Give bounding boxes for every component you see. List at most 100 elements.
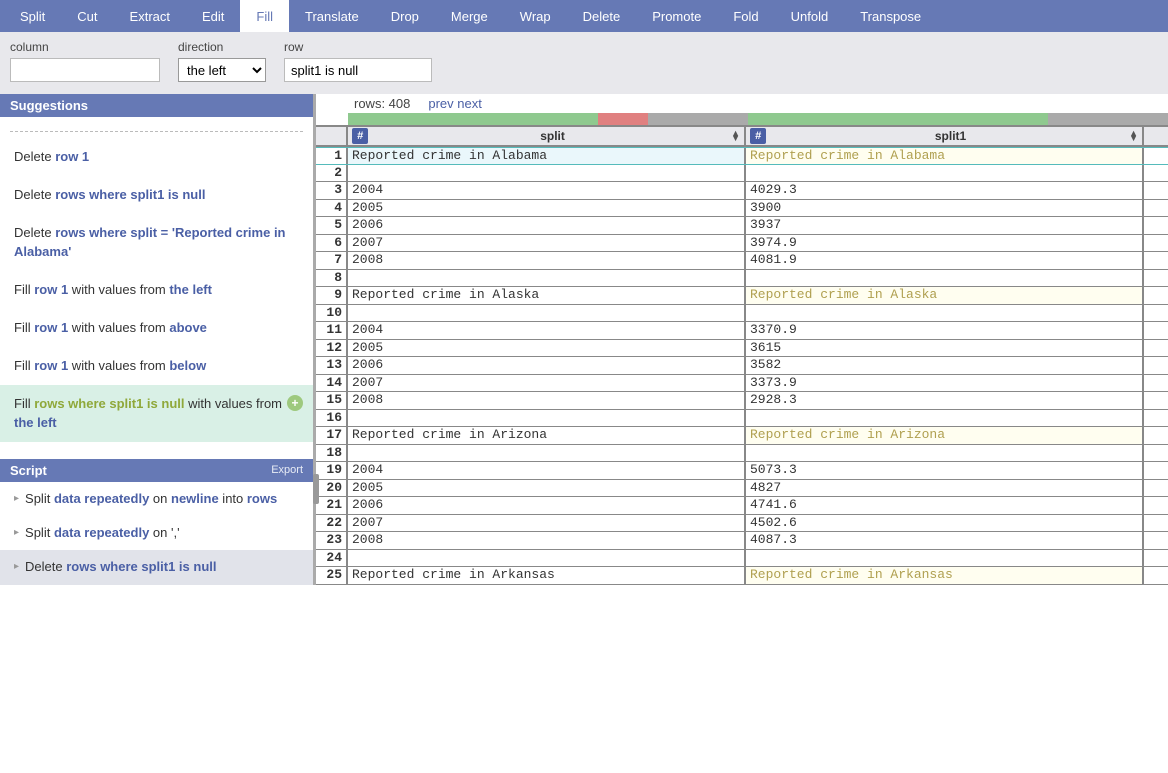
table-row[interactable]: 720084081.9	[316, 252, 1168, 270]
toolbar-drop[interactable]: Drop	[375, 0, 435, 32]
cell[interactable]: Reported crime in Alaska	[348, 287, 746, 304]
column-header-split[interactable]: #split▲▼	[348, 127, 746, 145]
table-row[interactable]: 8	[316, 270, 1168, 288]
table-row[interactable]: 17Reported crime in ArizonaReported crim…	[316, 427, 1168, 445]
cell[interactable]	[348, 305, 746, 322]
next-link[interactable]: next	[457, 96, 482, 111]
cell[interactable]: Reported crime in Alabama	[348, 148, 746, 164]
toolbar-delete[interactable]: Delete	[567, 0, 637, 32]
table-row[interactable]: 2320084087.3	[316, 532, 1168, 550]
table-row[interactable]: 420053900	[316, 200, 1168, 218]
cell[interactable]: 4827	[746, 480, 1144, 497]
cell[interactable]: 2007	[348, 235, 746, 252]
table-row[interactable]: 1520082928.3	[316, 392, 1168, 410]
cell[interactable]	[348, 410, 746, 427]
cell[interactable]: 2006	[348, 217, 746, 234]
cell[interactable]: 3370.9	[746, 322, 1144, 339]
suggestion-item[interactable]: Fill row 1 with values from below	[0, 347, 313, 385]
toolbar-merge[interactable]: Merge	[435, 0, 504, 32]
table-row[interactable]: 1Reported crime in AlabamaReported crime…	[316, 147, 1168, 165]
cell[interactable]: 2005	[348, 480, 746, 497]
direction-select[interactable]: the left	[178, 58, 266, 82]
script-item[interactable]: ▸Split data repeatedly on ','	[0, 516, 313, 550]
table-row[interactable]: 18	[316, 445, 1168, 463]
cell[interactable]: 2008	[348, 252, 746, 269]
sidebar-resize-handle[interactable]	[313, 474, 319, 504]
table-row[interactable]: 620073974.9	[316, 235, 1168, 253]
cell[interactable]: 2008	[348, 392, 746, 409]
table-row[interactable]: 2	[316, 165, 1168, 183]
cell[interactable]	[746, 550, 1144, 567]
cell[interactable]: 4502.6	[746, 515, 1144, 532]
cell[interactable]: 2004	[348, 462, 746, 479]
cell[interactable]: 2005	[348, 200, 746, 217]
toolbar-translate[interactable]: Translate	[289, 0, 375, 32]
suggestion-item[interactable]: Delete rows where split = 'Reported crim…	[0, 214, 313, 270]
cell[interactable]	[348, 550, 746, 567]
sort-icon[interactable]: ▲▼	[731, 131, 744, 142]
toolbar-unfold[interactable]: Unfold	[775, 0, 845, 32]
toolbar-split[interactable]: Split	[4, 0, 61, 32]
table-row[interactable]: 10	[316, 305, 1168, 323]
suggestion-item[interactable]: Delete rows where split1 is null	[0, 176, 313, 214]
column-header-split1[interactable]: #split1▲▼	[746, 127, 1144, 145]
cell[interactable]: 5073.3	[746, 462, 1144, 479]
cell[interactable]: 3937	[746, 217, 1144, 234]
cell[interactable]: 2006	[348, 497, 746, 514]
suggestion-item[interactable]: Fill rows where split1 is null with valu…	[0, 385, 313, 441]
cell[interactable]	[746, 165, 1144, 182]
cell[interactable]: Reported crime in Arkansas	[746, 567, 1144, 584]
cell[interactable]: 2005	[348, 340, 746, 357]
cell[interactable]	[746, 445, 1144, 462]
cell[interactable]: Reported crime in Alabama	[746, 148, 1144, 164]
cell[interactable]: 3974.9	[746, 235, 1144, 252]
cell[interactable]: 2004	[348, 182, 746, 199]
table-row[interactable]: 1320063582	[316, 357, 1168, 375]
cell[interactable]: 3900	[746, 200, 1144, 217]
cell[interactable]: 2007	[348, 375, 746, 392]
expand-icon[interactable]: ▸	[14, 492, 19, 508]
expand-icon[interactable]: ▸	[14, 526, 19, 542]
table-row[interactable]: 320044029.3	[316, 182, 1168, 200]
toolbar-transpose[interactable]: Transpose	[844, 0, 937, 32]
cell[interactable]	[746, 270, 1144, 287]
toolbar-cut[interactable]: Cut	[61, 0, 113, 32]
cell[interactable]: 3615	[746, 340, 1144, 357]
table-row[interactable]: 1920045073.3	[316, 462, 1168, 480]
export-link[interactable]: Export	[271, 464, 303, 476]
cell[interactable]	[746, 305, 1144, 322]
table-row[interactable]: 1420073373.9	[316, 375, 1168, 393]
toolbar-fold[interactable]: Fold	[717, 0, 774, 32]
table-row[interactable]: 1120043370.9	[316, 322, 1168, 340]
cell[interactable]: 4087.3	[746, 532, 1144, 549]
table-row[interactable]: 25Reported crime in ArkansasReported cri…	[316, 567, 1168, 585]
cell[interactable]: 3373.9	[746, 375, 1144, 392]
add-icon[interactable]: +	[287, 395, 303, 411]
toolbar-extract[interactable]: Extract	[114, 0, 186, 32]
cell[interactable]: 3582	[746, 357, 1144, 374]
cell[interactable]: 2007	[348, 515, 746, 532]
row-input[interactable]	[284, 58, 432, 82]
script-item[interactable]: ▸Delete rows where split1 is null	[0, 550, 313, 584]
suggestion-item[interactable]: Delete row 1	[0, 138, 313, 176]
cell[interactable]: Reported crime in Arkansas	[348, 567, 746, 584]
cell[interactable]	[348, 165, 746, 182]
cell[interactable]: 4081.9	[746, 252, 1144, 269]
table-row[interactable]: 1220053615	[316, 340, 1168, 358]
cell[interactable]: 4029.3	[746, 182, 1144, 199]
cell[interactable]: Reported crime in Arizona	[746, 427, 1144, 444]
table-row[interactable]: 520063937	[316, 217, 1168, 235]
table-row[interactable]: 24	[316, 550, 1168, 568]
table-row[interactable]: 16	[316, 410, 1168, 428]
toolbar-fill[interactable]: Fill	[240, 0, 289, 32]
suggestion-item[interactable]: Fill row 1 with values from above	[0, 309, 313, 347]
cell[interactable]: 2928.3	[746, 392, 1144, 409]
prev-link[interactable]: prev	[428, 96, 453, 111]
minimap[interactable]	[348, 113, 1168, 125]
expand-icon[interactable]: ▸	[14, 560, 19, 576]
table-row[interactable]: 9Reported crime in AlaskaReported crime …	[316, 287, 1168, 305]
cell[interactable]	[348, 445, 746, 462]
toolbar-promote[interactable]: Promote	[636, 0, 717, 32]
toolbar-edit[interactable]: Edit	[186, 0, 240, 32]
suggestion-item[interactable]: Fill row 1 with values from the left	[0, 271, 313, 309]
